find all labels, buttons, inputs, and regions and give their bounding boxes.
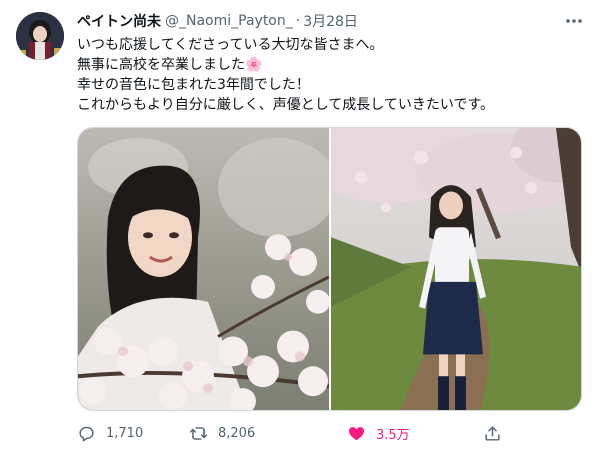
avatar[interactable]	[16, 12, 64, 60]
reply-button[interactable]: 1,710	[77, 421, 143, 445]
like-button[interactable]: 3.5万	[347, 421, 410, 445]
reply-icon	[79, 426, 94, 441]
like-count: 3.5万	[376, 427, 410, 443]
photo-right[interactable]	[331, 128, 581, 410]
photo-left[interactable]	[78, 128, 329, 410]
tweet-line: これからもより自分に厳しく、声優として成長していきたいです。	[77, 97, 495, 113]
separator-dot: ·	[295, 13, 301, 29]
author-name[interactable]: ペイトン尚未	[77, 11, 161, 31]
tweet-line: 幸せの音色に包まれた3年間でした！	[77, 77, 310, 93]
tweet-line: いつも応援してくださっている大切な皆さまへ。	[77, 37, 384, 53]
reply-count: 1,710	[106, 425, 144, 441]
more-icon[interactable]	[563, 12, 585, 30]
share-button[interactable]	[483, 421, 512, 445]
tweet-actions: 1,710 8,206 3.5万	[77, 421, 582, 445]
tweet-header: ペイトン尚未 @_Naomi_Payton_ · 3月28日	[77, 10, 585, 32]
cherry-path-photo	[331, 128, 581, 410]
portrait-photo	[78, 128, 329, 410]
tweet-date[interactable]: 3月28日	[303, 11, 358, 31]
heart-filled-icon	[348, 426, 365, 440]
avatar-image	[16, 12, 64, 60]
tweet-line: 無事に高校を卒業しました🌸	[77, 57, 263, 73]
retweet-button[interactable]: 8,206	[189, 421, 255, 445]
retweet-icon	[189, 426, 208, 440]
author-handle[interactable]: @_Naomi_Payton_	[165, 13, 293, 29]
tweet-text: いつも応援してくださっている大切な皆さまへ。 無事に高校を卒業しました🌸 幸せの…	[77, 35, 582, 115]
retweet-count: 8,206	[218, 425, 256, 441]
share-icon	[485, 425, 500, 441]
media-grid	[77, 127, 582, 411]
